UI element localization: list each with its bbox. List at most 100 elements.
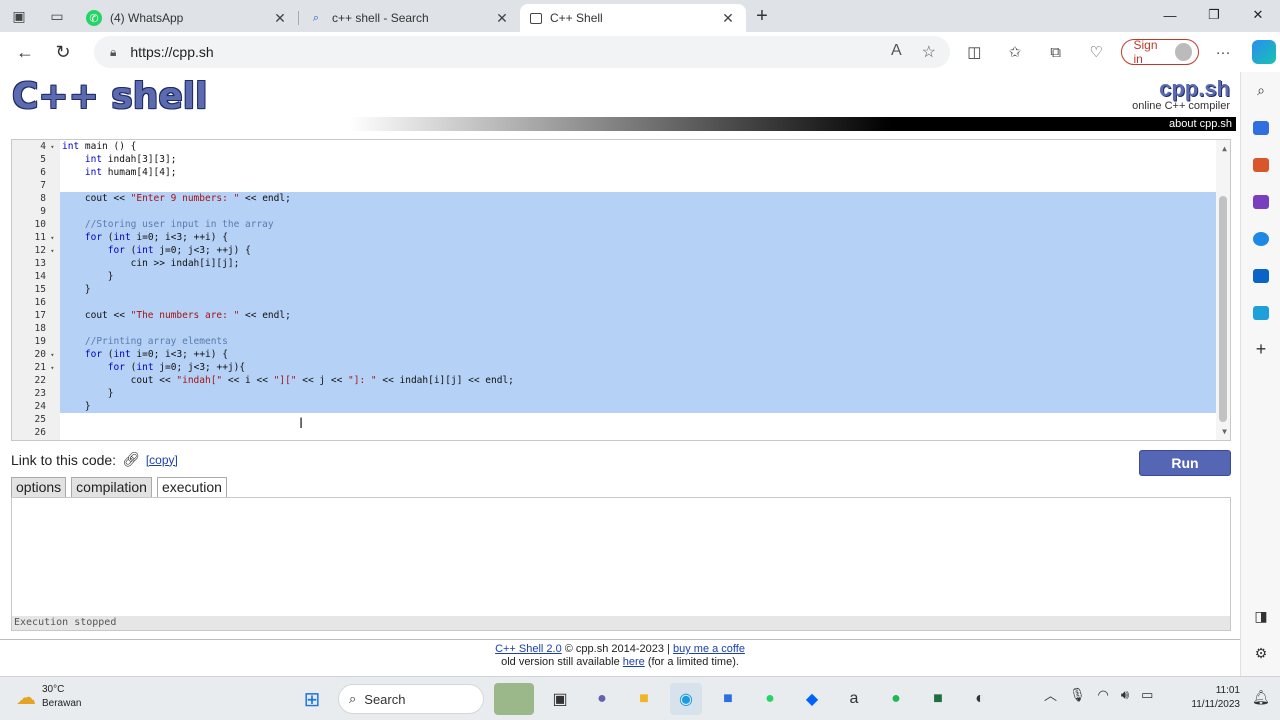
tab-options[interactable]: options xyxy=(11,477,67,497)
code-line[interactable]: 24 } xyxy=(12,400,1212,413)
code-line[interactable]: 6 int humam[4][4]; xyxy=(12,166,1212,179)
scroll-thumb[interactable] xyxy=(1219,196,1227,422)
code-line[interactable]: 10 //Storing user input in the array xyxy=(12,218,1212,231)
weather-widget[interactable]: ☁ 30°C Berawan xyxy=(16,683,81,711)
code-line[interactable]: 8 cout << "Enter 9 numbers: " << endl; xyxy=(12,192,1212,205)
taskbar-search[interactable]: ⌕ Search xyxy=(338,684,484,714)
code-line[interactable]: 4 ▾ int main () { xyxy=(12,140,1212,153)
code-line[interactable]: 14 } xyxy=(12,270,1212,283)
amazon-icon[interactable]: a xyxy=(838,683,870,715)
code-line[interactable]: 22 cout << "indah[" << i << "][" << j <<… xyxy=(12,374,1212,387)
code-line[interactable]: 17 cout << "The numbers are: " << endl; xyxy=(12,309,1212,322)
lock-icon[interactable]: 🔒︎ xyxy=(110,45,116,60)
code-line[interactable]: 15 } xyxy=(12,283,1212,296)
copilot-icon[interactable] xyxy=(1247,36,1280,68)
battery-icon[interactable]: ▭ xyxy=(1141,687,1153,703)
collections-icon[interactable]: ⧉ xyxy=(1039,36,1072,68)
scroll-up-icon[interactable]: ▲ xyxy=(1222,144,1227,153)
sidebar-shopping-icon[interactable] xyxy=(1241,109,1280,146)
shell-version-link[interactable]: C++ Shell 2.0 xyxy=(495,643,562,655)
store-icon[interactable]: ■ xyxy=(712,683,744,715)
dropbox-icon[interactable]: ◆ xyxy=(796,683,828,715)
sidebar-layout-icon[interactable]: ◨ xyxy=(1241,598,1280,635)
tab-actions-icon[interactable]: ▭ xyxy=(38,0,76,32)
browser-tab-search[interactable]: ⌕ c++ shell - Search ✕ xyxy=(298,4,520,32)
sidebar-settings-icon[interactable]: ⚙ xyxy=(1241,635,1280,672)
code-line[interactable]: 13 cin >> indah[i][j]; xyxy=(12,257,1212,270)
whatsapp-taskbar-icon[interactable]: ● xyxy=(754,683,786,715)
browser-toolbar: ← ↻ 🔒︎ https://cpp.sh A ☆ ◫ ✩ ⧉ ♡ Sign i… xyxy=(0,32,1280,72)
close-window-button[interactable]: ✕ xyxy=(1236,0,1280,30)
run-button[interactable]: Run xyxy=(1139,450,1231,476)
tab-compilation[interactable]: compilation xyxy=(71,477,152,497)
sidebar-add-icon[interactable]: + xyxy=(1241,331,1280,368)
code-line[interactable]: 5 int indah[3][3]; xyxy=(12,153,1212,166)
notification-bell-icon[interactable]: 🔔︎ xyxy=(1252,689,1270,706)
obs-icon[interactable]: ◐ xyxy=(964,683,996,715)
wifi-icon[interactable]: ◠ xyxy=(1098,687,1109,703)
microphone-icon[interactable]: 🎙︎ xyxy=(1069,687,1086,703)
favorites-icon[interactable]: ✩ xyxy=(999,36,1032,68)
close-tab-icon[interactable]: ✕ xyxy=(494,10,510,27)
code-line[interactable]: 25 xyxy=(12,413,1212,426)
scroll-down-icon[interactable]: ▼ xyxy=(1222,427,1227,436)
sign-in-button[interactable]: Sign in xyxy=(1120,38,1199,66)
more-menu-icon[interactable]: ··· xyxy=(1207,36,1240,68)
code-line[interactable]: 19 //Printing array elements xyxy=(12,335,1212,348)
code-line[interactable]: 21 ▾ for (int j=0; j<3; ++j){ xyxy=(12,361,1212,374)
sidebar-tools-icon[interactable] xyxy=(1241,146,1280,183)
sidebar-search-icon[interactable]: ⌕ xyxy=(1241,72,1280,109)
teams-chat-icon[interactable]: ● xyxy=(586,683,618,715)
code-line[interactable]: 9 xyxy=(12,205,1212,218)
code-line[interactable]: 7 xyxy=(12,179,1212,192)
about-link[interactable]: about cpp.sh xyxy=(1169,117,1232,131)
close-tab-icon[interactable]: ✕ xyxy=(720,10,736,27)
browser-tab-cpp-shell[interactable]: C++ Shell ✕ xyxy=(520,4,746,32)
code-editor[interactable]: 4 ▾ int main () {5 int indah[3][3]; 6 int … xyxy=(11,139,1231,441)
browser-essentials-icon[interactable]: ♡ xyxy=(1080,36,1113,68)
refresh-button[interactable]: ↻ xyxy=(44,35,82,69)
clock[interactable]: 11:01 11/11/2023 xyxy=(1180,684,1240,712)
execution-output-panel[interactable]: Execution stopped xyxy=(11,497,1231,631)
code-line[interactable]: 20 ▾ for (int i=0; i<3; ++i) { xyxy=(12,348,1212,361)
code-line[interactable]: 26 xyxy=(12,426,1212,439)
code-line[interactable]: 23 } xyxy=(12,387,1212,400)
show-hidden-icon[interactable]: ︿ xyxy=(1044,685,1057,704)
sidebar-m365-icon[interactable] xyxy=(1241,220,1280,257)
link-icon[interactable]: 🔗︎ xyxy=(122,451,140,468)
sidebar-drop-icon[interactable] xyxy=(1241,294,1280,331)
minimize-button[interactable]: — xyxy=(1148,0,1192,30)
start-button[interactable]: ⊞ xyxy=(296,683,328,715)
sidebar-outlook-icon[interactable] xyxy=(1241,257,1280,294)
spotify-icon[interactable]: ● xyxy=(880,683,912,715)
address-bar[interactable]: 🔒︎ https://cpp.sh A ☆ xyxy=(94,36,950,68)
file-explorer-icon[interactable]: ■ xyxy=(628,683,660,715)
old-version-link[interactable]: here xyxy=(623,656,645,668)
split-screen-icon[interactable]: ◫ xyxy=(958,36,991,68)
favorite-star-icon[interactable]: ☆ xyxy=(922,42,936,62)
restore-button[interactable]: ❐ xyxy=(1192,0,1236,30)
copy-link[interactable]: [copy] xyxy=(146,453,178,467)
site-logo[interactable]: C++ shell xyxy=(12,76,207,117)
editor-scrollbar[interactable]: ▲ ▼ xyxy=(1216,140,1230,440)
browser-tab-whatsapp[interactable]: ✆ (4) WhatsApp ✕ xyxy=(76,4,298,32)
buy-coffee-link[interactable]: buy me a coffe xyxy=(673,643,745,655)
code-line[interactable]: 18 xyxy=(12,322,1212,335)
sidebar-games-icon[interactable] xyxy=(1241,183,1280,220)
volume-icon[interactable]: 🔊︎ xyxy=(1121,687,1129,703)
edge-icon[interactable]: ◉ xyxy=(670,683,702,715)
excel-icon[interactable]: ■ xyxy=(922,683,954,715)
code-line[interactable]: 16 xyxy=(12,296,1212,309)
task-view-icon[interactable]: ▣ xyxy=(544,683,576,715)
url-text[interactable]: https://cpp.sh xyxy=(130,44,213,60)
new-tab-button[interactable]: + xyxy=(746,0,778,32)
workspaces-icon[interactable]: ▣ xyxy=(0,0,38,32)
widgets-image-icon[interactable] xyxy=(494,683,534,715)
back-button[interactable]: ← xyxy=(6,35,44,69)
code-line[interactable]: 11 ▾ for (int i=0; i<3; ++i) { xyxy=(12,231,1212,244)
read-aloud-icon[interactable]: A xyxy=(891,42,902,62)
close-tab-icon[interactable]: ✕ xyxy=(272,10,288,27)
brand-name[interactable]: cpp.sh xyxy=(1132,78,1230,100)
tab-execution[interactable]: execution xyxy=(156,477,227,497)
code-line[interactable]: 12 ▾ for (int j=0; j<3; ++j) { xyxy=(12,244,1212,257)
